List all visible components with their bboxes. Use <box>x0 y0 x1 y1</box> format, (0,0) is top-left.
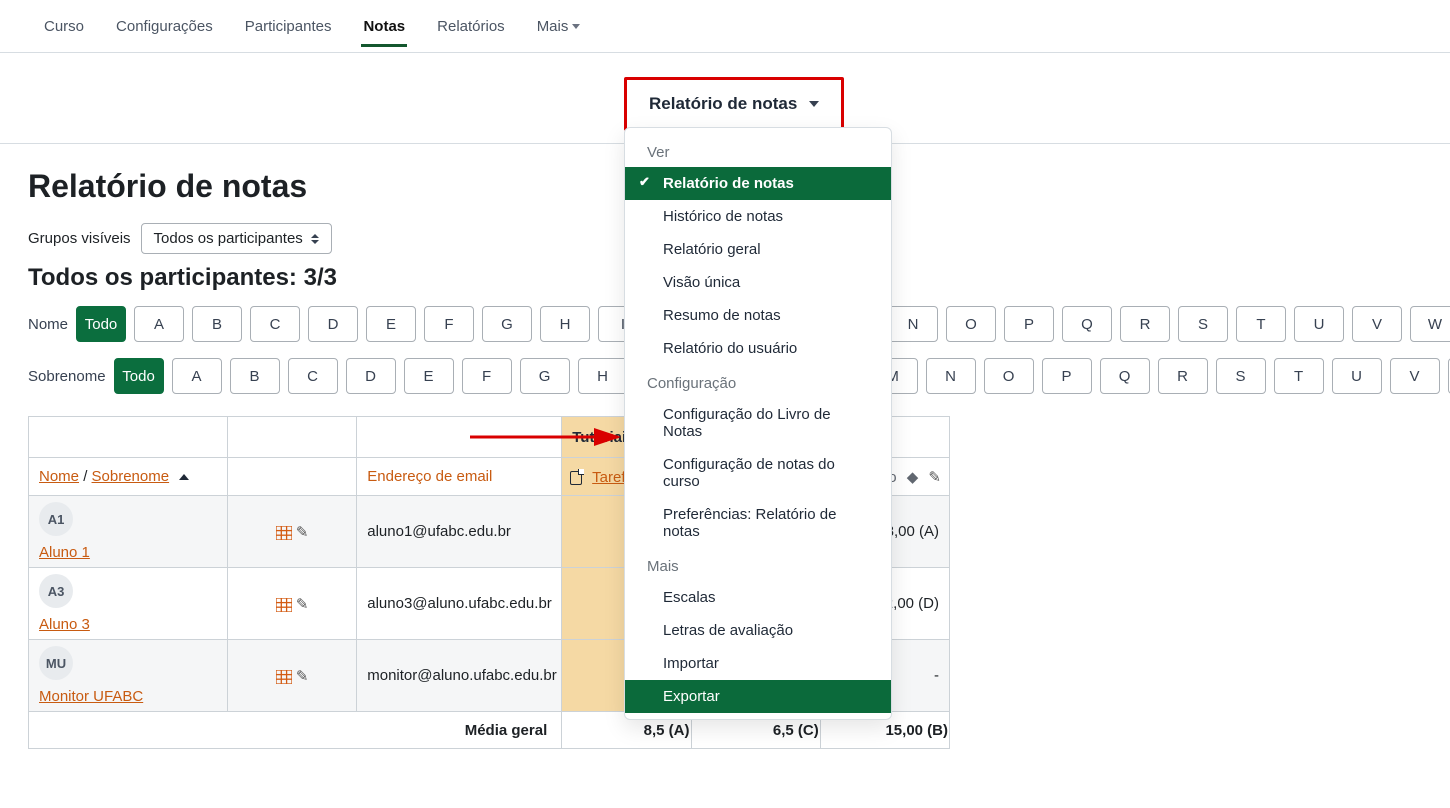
dropdown-item[interactable]: Relatório geral <box>625 233 891 266</box>
tab-mais[interactable]: Mais <box>535 18 583 35</box>
email-cell: aluno3@aluno.ufabc.edu.br <box>357 568 562 640</box>
alpha-chip[interactable]: E <box>366 306 416 342</box>
alpha-chip[interactable]: T <box>1236 306 1286 342</box>
dropdown-item[interactable]: Importar <box>625 647 891 680</box>
alpha-chip[interactable]: Q <box>1100 358 1150 394</box>
tab-notas[interactable]: Notas <box>361 18 407 35</box>
alpha-chip[interactable]: D <box>346 358 396 394</box>
alpha-chip[interactable]: Q <box>1062 306 1112 342</box>
dropdown-item[interactable]: Visão única <box>625 266 891 299</box>
alpha-chip[interactable]: U <box>1294 306 1344 342</box>
dropdown-section-label: Configuração <box>625 365 891 398</box>
avatar: A3 <box>39 574 73 608</box>
grades-icon[interactable] <box>276 668 292 685</box>
dropdown-section-label: Mais <box>625 548 891 581</box>
avatar: MU <box>39 646 73 680</box>
alpha-label: Nome <box>28 316 68 333</box>
alpha-chip-all[interactable]: Todo <box>76 306 126 342</box>
edit-icon[interactable]: ✎ <box>296 667 309 685</box>
dropdown-item[interactable]: Escalas <box>625 581 891 614</box>
grades-icon[interactable] <box>276 596 292 613</box>
alpha-chip[interactable]: R <box>1120 306 1170 342</box>
email-cell: monitor@aluno.ufabc.edu.br <box>357 640 562 712</box>
alpha-chip[interactable]: W <box>1410 306 1450 342</box>
alpha-chip-all[interactable]: Todo <box>114 358 164 394</box>
dropdown-section-label: Ver <box>625 134 891 167</box>
dropdown-item[interactable]: Configuração de notas do curso <box>625 448 891 498</box>
alpha-chip[interactable]: B <box>192 306 242 342</box>
email-cell: aluno1@ufabc.edu.br <box>357 496 562 568</box>
dropdown-item[interactable]: Exportar <box>625 680 891 713</box>
grades-icon[interactable] <box>276 524 292 541</box>
tab-relatórios[interactable]: Relatórios <box>435 18 507 35</box>
alpha-chip[interactable]: O <box>946 306 996 342</box>
alpha-chip[interactable]: P <box>1004 306 1054 342</box>
student-link[interactable]: Monitor UFABC <box>39 688 217 705</box>
alpha-chip[interactable]: U <box>1332 358 1382 394</box>
alpha-chip[interactable]: B <box>230 358 280 394</box>
tab-configurações[interactable]: Configurações <box>114 18 215 35</box>
alpha-chip[interactable]: G <box>482 306 532 342</box>
sort-by-name[interactable]: Nome <box>39 468 79 485</box>
grade-report-dropdown-trigger[interactable]: Relatório de notas <box>624 77 844 131</box>
alpha-chip[interactable]: F <box>462 358 512 394</box>
alpha-chip[interactable]: N <box>888 306 938 342</box>
avatar: A1 <box>39 502 73 536</box>
dropdown-item[interactable]: Preferências: Relatório de notas <box>625 498 891 548</box>
alpha-chip[interactable]: R <box>1158 358 1208 394</box>
groups-label: Grupos visíveis <box>28 230 131 247</box>
tab-participantes[interactable]: Participantes <box>243 18 334 35</box>
alpha-chip[interactable]: A <box>134 306 184 342</box>
alpha-chip[interactable]: H <box>540 306 590 342</box>
alpha-chip[interactable]: V <box>1390 358 1440 394</box>
alpha-chip[interactable]: F <box>424 306 474 342</box>
dropdown-item[interactable]: Histórico de notas <box>625 200 891 233</box>
student-link[interactable]: Aluno 1 <box>39 544 217 561</box>
alpha-label: Sobrenome <box>28 368 106 385</box>
grade-report-dropdown-zone: Relatório de notas VerRelatório de notas… <box>0 77 1450 131</box>
alpha-chip[interactable]: N <box>926 358 976 394</box>
overall-average-label: Média geral <box>29 712 562 749</box>
groups-select[interactable]: Todos os participantes <box>141 223 332 254</box>
alpha-chip[interactable]: D <box>308 306 358 342</box>
edit-icon[interactable]: ✎ <box>296 523 309 541</box>
sort-by-surname[interactable]: Sobrenome <box>92 468 170 485</box>
dropdown-item[interactable]: Resumo de notas <box>625 299 891 332</box>
chevron-down-icon <box>809 101 819 107</box>
dropdown-item[interactable]: Configuração do Livro de Notas <box>625 398 891 448</box>
edit-icon[interactable]: ✎ <box>296 595 309 613</box>
alpha-chip[interactable]: G <box>520 358 570 394</box>
assignment-icon <box>570 471 582 485</box>
groups-select-value: Todos os participantes <box>154 230 303 247</box>
alpha-chip[interactable]: C <box>250 306 300 342</box>
chevron-down-icon <box>572 24 580 29</box>
alpha-chip[interactable]: O <box>984 358 1034 394</box>
grade-report-dropdown-label: Relatório de notas <box>649 94 797 114</box>
caret-up-icon <box>179 474 189 480</box>
alpha-chip[interactable]: P <box>1042 358 1092 394</box>
alpha-chip[interactable]: V <box>1352 306 1402 342</box>
alpha-chip[interactable]: A <box>172 358 222 394</box>
alpha-chip[interactable]: S <box>1216 358 1266 394</box>
alpha-chip[interactable]: T <box>1274 358 1324 394</box>
edit-icon[interactable]: ✎ <box>928 468 941 486</box>
dropdown-item[interactable]: Letras de avaliação <box>625 614 891 647</box>
alpha-chip[interactable]: S <box>1178 306 1228 342</box>
sort-icon <box>311 234 319 244</box>
student-link[interactable]: Aluno 3 <box>39 616 217 633</box>
dropdown-item[interactable]: Relatório do usuário <box>625 332 891 365</box>
alpha-chip[interactable]: E <box>404 358 454 394</box>
alpha-chip[interactable]: H <box>578 358 628 394</box>
sort-icon[interactable]: ◆ <box>907 469 919 486</box>
grade-report-dropdown-menu: VerRelatório de notasHistórico de notasR… <box>624 127 892 720</box>
tab-curso[interactable]: Curso <box>42 18 86 35</box>
dropdown-item[interactable]: Relatório de notas <box>625 167 891 200</box>
primary-tabs: Curso Configurações Participantes Notas Rela… <box>0 0 1450 53</box>
email-header[interactable]: Endereço de email <box>367 468 492 485</box>
alpha-chip[interactable]: C <box>288 358 338 394</box>
